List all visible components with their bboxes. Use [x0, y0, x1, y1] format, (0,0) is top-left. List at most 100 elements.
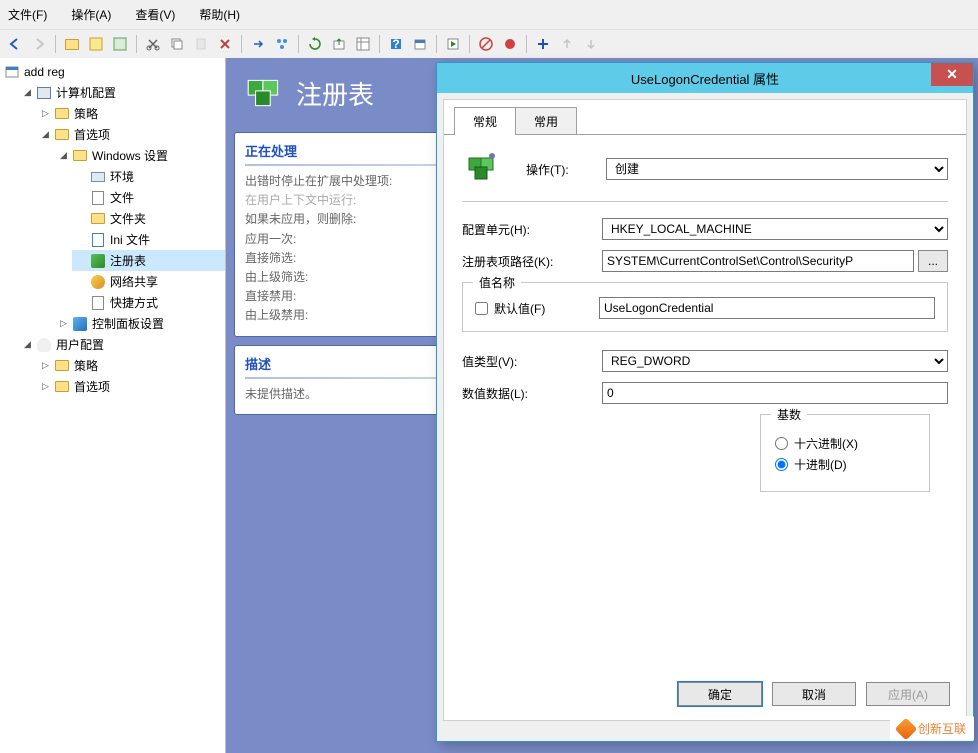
- collapse-icon[interactable]: ◢: [22, 339, 33, 350]
- refresh-icon[interactable]: [304, 33, 326, 55]
- apply-button[interactable]: 应用(A): [866, 682, 950, 706]
- nodes-icon[interactable]: [271, 33, 293, 55]
- tree-user-policy[interactable]: ▷ 策略: [36, 355, 225, 376]
- tree-label: 计算机配置: [56, 84, 116, 101]
- watermark-text: 创新互联: [918, 720, 966, 737]
- tree-label: 快捷方式: [110, 294, 158, 311]
- detail-icon[interactable]: [109, 33, 131, 55]
- dialog-titlebar[interactable]: UseLogonCredential 属性 ✕: [437, 63, 973, 93]
- menubar: 文件(F) 操作(A) 查看(V) 帮助(H): [0, 0, 978, 29]
- tree-root-label: add reg: [24, 65, 65, 79]
- tree-registry[interactable]: 注册表: [72, 250, 225, 271]
- tree-root[interactable]: add reg: [0, 62, 225, 82]
- tree-label: 注册表: [110, 252, 146, 269]
- action-label: 操作(T):: [526, 161, 606, 178]
- table2-icon[interactable]: [352, 33, 374, 55]
- radix-dec-radio[interactable]: [775, 458, 788, 471]
- computer-icon: [36, 85, 52, 101]
- tree-env[interactable]: 环境: [72, 166, 225, 187]
- record-icon[interactable]: [499, 33, 521, 55]
- user-icon: [36, 337, 52, 353]
- tree-panel: add reg ◢ 计算机配置 ▷ 策略 ◢ 首选项: [0, 58, 226, 753]
- tree-windows-settings[interactable]: ◢ Windows 设置: [54, 145, 225, 166]
- tree-folders[interactable]: 文件夹: [72, 208, 225, 229]
- tree-prefs[interactable]: ◢ 首选项: [36, 124, 225, 145]
- policy-root-icon: [4, 64, 20, 80]
- keypath-label: 注册表项路径(K):: [462, 253, 602, 270]
- cancel-button[interactable]: 取消: [772, 682, 856, 706]
- back-icon[interactable]: [4, 33, 26, 55]
- menu-action[interactable]: 操作(A): [65, 4, 117, 25]
- export-icon[interactable]: [328, 33, 350, 55]
- expand-icon[interactable]: ▷: [58, 318, 69, 329]
- tree-label: 文件: [110, 189, 134, 206]
- action-select[interactable]: 创建: [606, 158, 948, 180]
- registry-icon: [90, 253, 106, 269]
- paste-icon[interactable]: [190, 33, 212, 55]
- tree-label: 环境: [110, 168, 134, 185]
- tree-computer-cfg[interactable]: ◢ 计算机配置: [18, 82, 225, 103]
- tree-label: 策略: [74, 357, 98, 374]
- watermark-icon: [895, 717, 918, 740]
- collapse-icon[interactable]: ◢: [40, 129, 51, 140]
- valuename-input[interactable]: [599, 297, 935, 319]
- ok-button[interactable]: 确定: [678, 682, 762, 706]
- tree-label: 用户配置: [56, 336, 104, 353]
- play-icon[interactable]: [442, 33, 464, 55]
- tree-label: Windows 设置: [92, 147, 168, 164]
- watermark: 创新互联: [890, 716, 974, 741]
- tree-user-cfg[interactable]: ◢ 用户配置: [18, 334, 225, 355]
- folder-icon: [54, 106, 70, 122]
- arrow-right-icon[interactable]: [247, 33, 269, 55]
- keypath-input[interactable]: [602, 250, 914, 272]
- tree-netshare[interactable]: 网络共享: [72, 271, 225, 292]
- down-icon[interactable]: [580, 33, 602, 55]
- tree-user-prefs[interactable]: ▷ 首选项: [36, 376, 225, 397]
- expand-icon[interactable]: ▷: [40, 108, 51, 119]
- stop-icon[interactable]: [475, 33, 497, 55]
- tree-label: 首选项: [74, 126, 110, 143]
- netshare-icon: [90, 274, 106, 290]
- tree-files[interactable]: 文件: [72, 187, 225, 208]
- forward-icon[interactable]: [28, 33, 50, 55]
- expand-icon[interactable]: ▷: [40, 360, 51, 371]
- valuename-legend: 值名称: [473, 274, 521, 291]
- valuetype-select[interactable]: REG_DWORD: [602, 350, 948, 372]
- valuedata-label: 数值数据(L):: [462, 385, 602, 402]
- tree-policy[interactable]: ▷ 策略: [36, 103, 225, 124]
- menu-help[interactable]: 帮助(H): [193, 4, 246, 25]
- hive-label: 配置单元(H):: [462, 221, 602, 238]
- plus-icon[interactable]: [532, 33, 554, 55]
- help-icon[interactable]: ?: [385, 33, 407, 55]
- env-icon: [90, 169, 106, 185]
- ini-icon: [90, 232, 106, 248]
- delete-icon[interactable]: [214, 33, 236, 55]
- radix-hex-radio[interactable]: [775, 437, 788, 450]
- copy-icon[interactable]: [166, 33, 188, 55]
- registry-dialog-icon: [466, 151, 502, 187]
- menu-view[interactable]: 查看(V): [129, 4, 181, 25]
- folder-icon: [54, 379, 70, 395]
- folder-icon: [54, 358, 70, 374]
- browse-button[interactable]: ...: [918, 250, 948, 272]
- tab-general[interactable]: 常规: [454, 107, 516, 135]
- tree-label: 首选项: [74, 378, 110, 395]
- valuedata-input[interactable]: [602, 382, 948, 404]
- calendar-icon[interactable]: [409, 33, 431, 55]
- default-checkbox[interactable]: [475, 302, 488, 315]
- folder-icon[interactable]: [61, 33, 83, 55]
- dialog-tabs: 常规 常用: [444, 106, 966, 134]
- tree-ini[interactable]: Ini 文件: [72, 229, 225, 250]
- collapse-icon[interactable]: ◢: [58, 150, 69, 161]
- close-button[interactable]: ✕: [931, 63, 973, 86]
- up-icon[interactable]: [556, 33, 578, 55]
- menu-file[interactable]: 文件(F): [2, 4, 53, 25]
- hive-select[interactable]: HKEY_LOCAL_MACHINE: [602, 218, 948, 240]
- cut-icon[interactable]: [142, 33, 164, 55]
- tab-common[interactable]: 常用: [515, 107, 577, 135]
- expand-icon[interactable]: ▷: [40, 381, 51, 392]
- tree-control-panel[interactable]: ▷ 控制面板设置: [54, 313, 225, 334]
- table-icon[interactable]: [85, 33, 107, 55]
- tree-shortcut[interactable]: 快捷方式: [72, 292, 225, 313]
- collapse-icon[interactable]: ◢: [22, 87, 33, 98]
